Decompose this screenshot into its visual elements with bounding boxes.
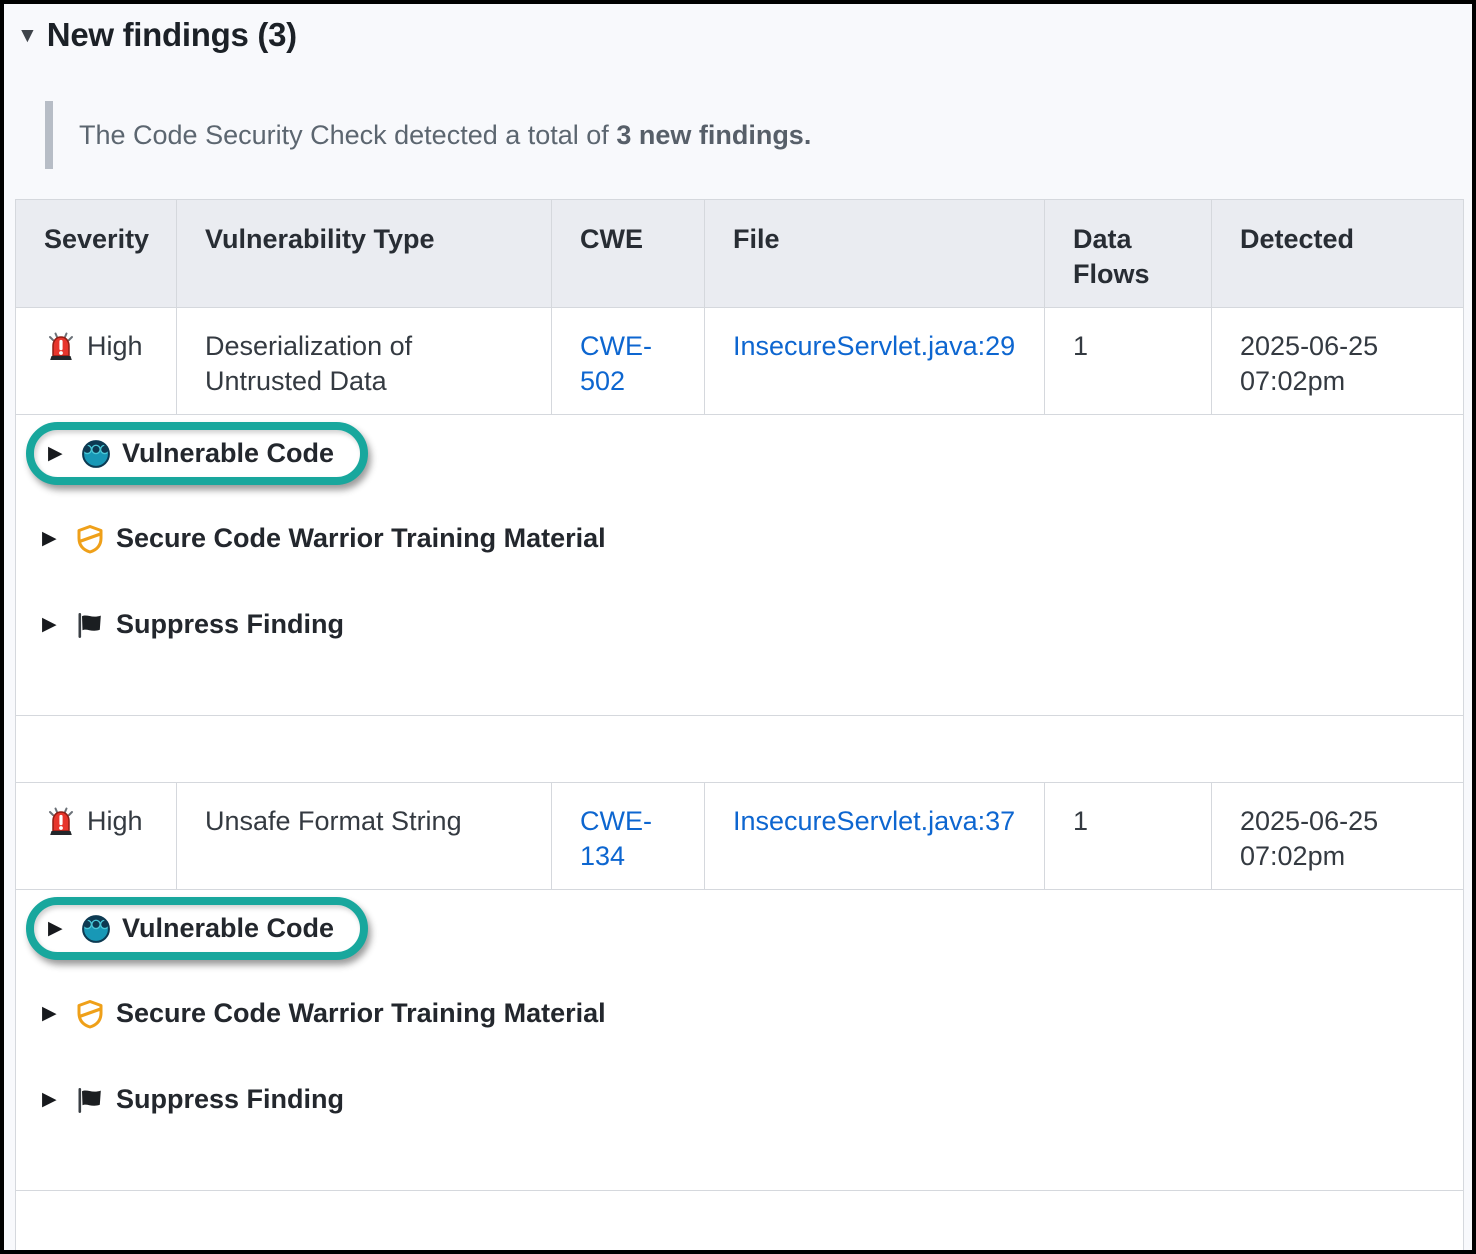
annotation-highlight: ▶ Vulnerable Code [26, 897, 368, 960]
data-flows-value: 1 [1073, 331, 1088, 361]
table-header-row: Severity Vulnerability Type CWE File Dat… [16, 200, 1464, 308]
finding-details-row-1: ▶ Vulnerable Code ▶ Secure Code Warrior … [16, 415, 1464, 716]
col-data-flows: Data Flows [1045, 200, 1212, 308]
severity-label: High [87, 804, 143, 839]
severity-badge: High [44, 804, 158, 839]
shield-icon [75, 999, 105, 1029]
separator-row [16, 1191, 1464, 1254]
finding-row-1: High Deserialization of Untrusted Data C… [16, 308, 1464, 415]
details-label: Suppress Finding [116, 609, 344, 640]
summary-period: . [804, 120, 812, 150]
report-panel: ▼ New findings (3) The Code Security Che… [0, 0, 1476, 1254]
col-severity: Severity [16, 200, 177, 308]
vulnerability-type: Unsafe Format String [205, 806, 462, 836]
page-title: New findings (3) [47, 16, 297, 54]
caret-right-icon: ▶ [42, 1004, 64, 1023]
col-vulnerability-type: Vulnerability Type [177, 200, 552, 308]
detected-value: 2025-06-25 07:02pm [1240, 331, 1378, 396]
file-link[interactable]: InsecureServlet.java:37 [733, 806, 1015, 836]
finding-details-row-2: ▶ Vulnerable Code ▶ Secure Code Warrior … [16, 890, 1464, 1191]
siren-icon [44, 805, 78, 839]
file-link[interactable]: InsecureServlet.java:29 [733, 331, 1015, 361]
caret-down-icon: ▼ [17, 25, 38, 46]
details-label: Vulnerable Code [122, 913, 334, 944]
severity-badge: High [44, 329, 158, 364]
caret-right-icon: ▶ [48, 919, 70, 938]
details-suppress-finding[interactable]: ▶ Suppress Finding [42, 609, 1443, 640]
details-training-material[interactable]: ▶ Secure Code Warrior Training Material [42, 523, 1443, 554]
details-suppress-finding[interactable]: ▶ Suppress Finding [42, 1084, 1443, 1115]
caret-right-icon: ▶ [42, 1090, 64, 1109]
cwe-link[interactable]: CWE-134 [580, 804, 680, 874]
details-label: Vulnerable Code [122, 438, 334, 469]
black-flag-icon [75, 1085, 105, 1115]
finding-row-2: High Unsafe Format String CWE-134 Insecu… [16, 783, 1464, 890]
summary-text: The Code Security Check detected a total… [79, 120, 616, 150]
data-flows-value: 1 [1073, 806, 1088, 836]
summary-blockquote: The Code Security Check detected a total… [45, 101, 1461, 169]
details-training-material[interactable]: ▶ Secure Code Warrior Training Material [42, 998, 1443, 1029]
col-cwe: CWE [552, 200, 705, 308]
shield-icon [75, 524, 105, 554]
summary-count: 3 new findings [616, 120, 804, 150]
col-file: File [705, 200, 1045, 308]
siren-icon [44, 330, 78, 364]
caret-right-icon: ▶ [42, 529, 64, 548]
details-vulnerable-code[interactable]: ▶ Vulnerable Code [48, 438, 334, 469]
details-label: Suppress Finding [116, 1084, 344, 1115]
severity-label: High [87, 329, 143, 364]
vulnerable-code-icon [81, 439, 111, 469]
cwe-link[interactable]: CWE-502 [580, 329, 680, 399]
black-flag-icon [75, 610, 105, 640]
detected-value: 2025-06-25 07:02pm [1240, 806, 1378, 871]
vulnerability-type: Deserialization of Untrusted Data [205, 331, 412, 396]
caret-right-icon: ▶ [48, 444, 70, 463]
caret-right-icon: ▶ [42, 615, 64, 634]
vulnerable-code-icon [81, 914, 111, 944]
separator-row [16, 716, 1464, 783]
annotation-highlight: ▶ Vulnerable Code [26, 422, 368, 485]
details-label: Secure Code Warrior Training Material [116, 998, 606, 1029]
col-detected: Detected [1212, 200, 1464, 308]
details-label: Secure Code Warrior Training Material [116, 523, 606, 554]
new-findings-summary[interactable]: ▼ New findings (3) [17, 16, 1461, 54]
findings-table: Severity Vulnerability Type CWE File Dat… [15, 199, 1464, 1254]
details-vulnerable-code[interactable]: ▶ Vulnerable Code [48, 913, 334, 944]
